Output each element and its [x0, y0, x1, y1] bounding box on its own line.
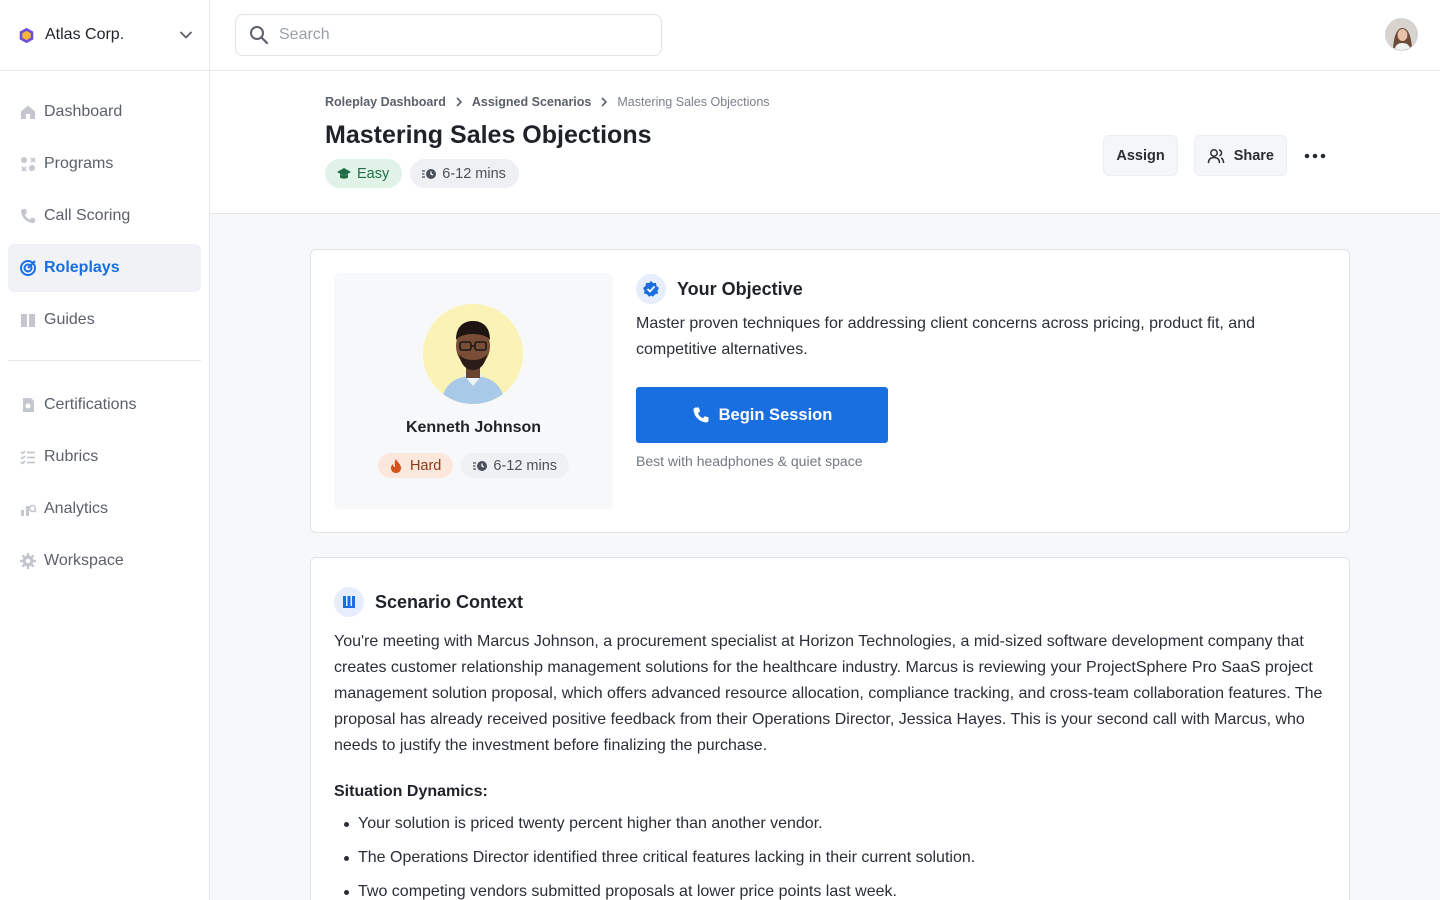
- sidebar-divider: [8, 360, 201, 361]
- context-text: You're meeting with Marcus Johnson, a pr…: [334, 633, 1323, 754]
- breadcrumb-roleplay-dashboard[interactable]: Roleplay Dashboard: [325, 95, 446, 109]
- sidebar: Atlas Corp. Dashboard Programs Call Scor…: [0, 0, 210, 900]
- book-icon: [19, 311, 37, 329]
- users-icon: [1207, 147, 1225, 165]
- sidebar-item-label: Analytics: [44, 500, 109, 517]
- phone-icon: [19, 207, 37, 225]
- sidebar-item-dashboard[interactable]: Dashboard: [8, 88, 201, 136]
- persona-difficulty-label: Hard: [409, 457, 442, 474]
- sidebar-item-workspace[interactable]: Workspace: [8, 537, 201, 585]
- sidebar-item-label: Programs: [44, 155, 114, 172]
- sidebar-item-label: Certifications: [44, 396, 137, 413]
- breadcrumb-assigned-scenarios[interactable]: Assigned Scenarios: [472, 95, 592, 109]
- duration-badge: 6-12 mins: [410, 159, 519, 188]
- assign-button-label: Assign: [1116, 147, 1165, 164]
- more-options-icon[interactable]: [1303, 144, 1327, 168]
- difficulty-badge: Easy: [325, 159, 403, 188]
- sidebar-item-label: Guides: [44, 311, 95, 328]
- hexagon-logo-icon: [19, 27, 34, 43]
- begin-session-button[interactable]: Begin Session: [636, 387, 888, 443]
- persona-name: Kenneth Johnson: [405, 419, 542, 436]
- persona-panel: Kenneth Johnson Hard 6-12 mins: [334, 273, 613, 509]
- sidebar-item-label: Roleplays: [44, 259, 120, 276]
- document-icon: [334, 587, 364, 617]
- chevron-right-icon: [456, 97, 463, 107]
- sidebar-item-label: Dashboard: [44, 103, 123, 120]
- header-actions: Assign Share: [1103, 135, 1327, 176]
- context-heading: Scenario Context: [334, 587, 523, 617]
- topbar: [210, 0, 1440, 71]
- chevron-right-icon: [601, 97, 608, 107]
- sidebar-item-analytics[interactable]: Analytics: [8, 485, 201, 533]
- session-hint: Best with headphones & quiet space: [636, 453, 863, 469]
- sidebar-item-label: Workspace: [44, 552, 124, 569]
- page-title: Mastering Sales Objections: [325, 121, 652, 149]
- search-box[interactable]: [235, 14, 662, 56]
- gear-icon: [19, 552, 37, 570]
- sidebar-nav: Dashboard Programs Call Scoring Roleplay…: [0, 71, 209, 585]
- search-input[interactable]: [279, 26, 639, 44]
- objective-heading: Your Objective: [636, 274, 803, 304]
- org-name: Atlas Corp.: [45, 26, 125, 43]
- assign-button[interactable]: Assign: [1103, 135, 1178, 176]
- persona-duration-badge: 6-12 mins: [461, 453, 570, 478]
- scenario-context-card: Scenario Context You're meeting with Mar…: [310, 557, 1350, 900]
- phone-icon: [692, 406, 710, 424]
- situation-dynamics-list: Your solution is priced twenty percent h…: [334, 811, 1324, 900]
- sidebar-item-programs[interactable]: Programs: [8, 140, 201, 188]
- programs-icon: [19, 155, 37, 173]
- persona-badges: Hard 6-12 mins: [334, 453, 613, 478]
- chevron-down-icon[interactable]: [179, 28, 193, 42]
- share-button[interactable]: Share: [1193, 135, 1287, 176]
- sidebar-item-rubrics[interactable]: Rubrics: [8, 433, 201, 481]
- sidebar-item-certifications[interactable]: Certifications: [8, 381, 201, 429]
- user-avatar[interactable]: [1385, 18, 1418, 51]
- checklist-icon: [19, 448, 37, 466]
- breadcrumb-current: Mastering Sales Objections: [617, 95, 770, 109]
- sidebar-item-label: Rubrics: [44, 448, 99, 465]
- objective-title: Your Objective: [677, 278, 803, 299]
- situation-dynamics-title: Situation Dynamics:: [334, 783, 488, 800]
- list-item: Two competing vendors submitted proposal…: [334, 879, 1324, 900]
- verified-check-icon: [636, 274, 666, 304]
- search-icon: [250, 26, 269, 45]
- home-icon: [19, 103, 37, 121]
- sidebar-item-call-scoring[interactable]: Call Scoring: [8, 192, 201, 240]
- objective-text: Master proven techniques for addressing …: [636, 315, 1255, 358]
- sidebar-item-label: Call Scoring: [44, 207, 131, 224]
- clock-fast-icon: [421, 166, 437, 182]
- sidebar-item-guides[interactable]: Guides: [8, 296, 201, 344]
- flame-icon: [389, 458, 405, 474]
- sidebar-item-roleplays[interactable]: Roleplays: [8, 244, 201, 292]
- persona-difficulty-badge: Hard: [377, 453, 454, 478]
- duration-label: 6-12 mins: [442, 165, 506, 182]
- analytics-icon: [19, 500, 37, 518]
- org-switcher[interactable]: Atlas Corp.: [0, 0, 209, 71]
- list-item: Your solution is priced twenty percent h…: [334, 811, 1324, 837]
- difficulty-label: Easy: [357, 165, 390, 182]
- clock-fast-icon: [472, 458, 488, 474]
- begin-session-label: Begin Session: [718, 405, 833, 424]
- graduation-cap-icon: [336, 166, 352, 182]
- persona-duration-label: 6-12 mins: [493, 457, 558, 474]
- list-item: The Operations Director identified three…: [334, 845, 1324, 871]
- breadcrumb: Roleplay Dashboard Assigned Scenarios Ma…: [325, 95, 770, 109]
- target-icon: [19, 259, 37, 277]
- context-title: Scenario Context: [375, 591, 524, 612]
- page-header: Roleplay Dashboard Assigned Scenarios Ma…: [210, 71, 1440, 214]
- objective-card: Kenneth Johnson Hard 6-12 mins Your Obje…: [310, 249, 1350, 533]
- persona-avatar: [423, 304, 523, 404]
- share-button-label: Share: [1233, 147, 1274, 164]
- certificate-icon: [19, 396, 37, 414]
- scenario-badges: Easy 6-12 mins: [325, 159, 519, 188]
